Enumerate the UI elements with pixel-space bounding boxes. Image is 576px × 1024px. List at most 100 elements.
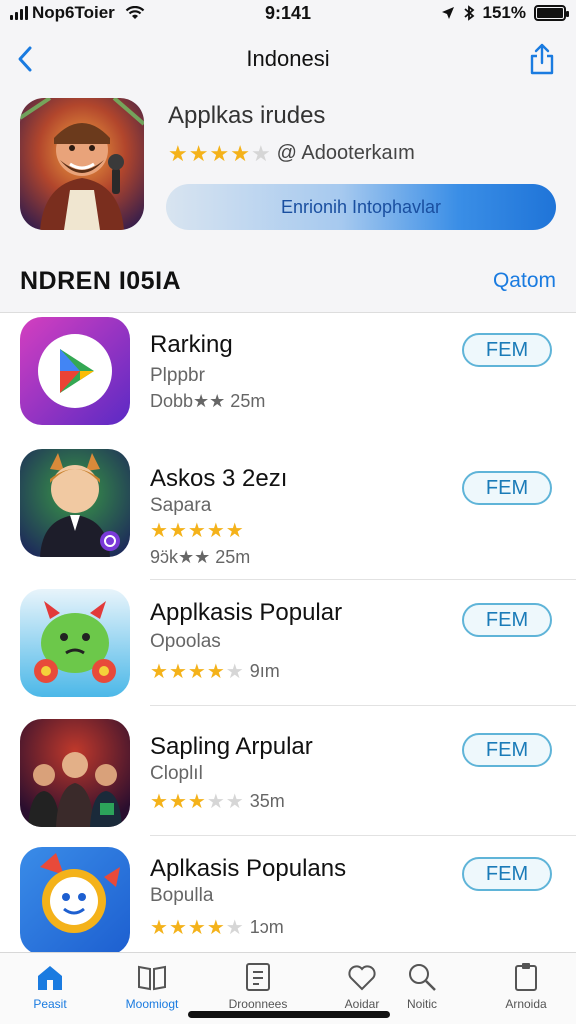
tab-home[interactable]: Peasit	[10, 961, 90, 1017]
app-subtitle: Bopulla	[150, 885, 214, 906]
featured-app-rating: ★ ★ ★ ★ ★ @ Adooterkaım	[168, 142, 415, 165]
get-button[interactable]: FEM	[462, 733, 552, 767]
book-icon	[136, 961, 168, 993]
list-item[interactable]: Aplkasis Populans Bopulla ★ ★ ★ ★ ★ 1ɔm FEM	[0, 841, 576, 952]
star-icon: ★	[225, 790, 244, 813]
app-meta-text: Dobb★★ 25m	[150, 391, 266, 411]
star-icon: ★	[168, 520, 187, 542]
smiley-chat-icon	[20, 847, 130, 952]
star-icon: ★	[187, 790, 206, 813]
star-icon: ★	[225, 660, 244, 683]
app-name: Rarking	[150, 331, 233, 358]
star-icon: ★	[150, 660, 168, 683]
divider	[150, 705, 576, 706]
star-icon: ★	[150, 916, 168, 939]
list-item[interactable]: Applkasis Popular Opoolas ★ ★ ★ ★ ★ 9ım FEM	[0, 581, 576, 706]
home-icon	[34, 961, 66, 993]
tab-label: Noitic	[406, 997, 437, 1011]
navigation-bar: Indonesi	[0, 36, 576, 82]
home-indicator	[188, 1011, 390, 1018]
clipboard-icon	[510, 961, 542, 993]
clock: 9:141	[264, 2, 312, 23]
app-subtitle: Plppbr	[150, 365, 205, 386]
list-item[interactable]: Sapling Arpular Cloplıl ★ ★ ★ ★ ★ 35m FEM	[0, 711, 576, 836]
featured-get-button[interactable]: Enrionih Intophavlar	[166, 184, 556, 230]
tab-search[interactable]: Noitic	[382, 961, 462, 1017]
star-icon: ★	[250, 140, 271, 166]
star-icon: ★	[187, 520, 206, 542]
star-icon: ★	[225, 520, 244, 542]
app-rating: ★ ★ ★ ★ ★	[150, 521, 244, 541]
see-all-link[interactable]: Qatom	[493, 269, 556, 293]
battery-icon	[534, 5, 569, 21]
star-icon: ★	[168, 790, 187, 813]
fox-character-icon	[20, 449, 130, 557]
star-icon: ★	[209, 140, 230, 166]
app-rating: ★ ★ ★ ★ ★ 9ım	[150, 661, 280, 682]
chevron-left-icon	[18, 46, 32, 72]
app-icon	[20, 317, 130, 425]
tab-label: Peasit	[33, 997, 67, 1011]
tab-label: Aoidar	[344, 997, 380, 1011]
share-icon	[530, 43, 554, 75]
star-icon: ★	[230, 140, 250, 166]
app-name: Aplkasis Populans	[150, 855, 347, 882]
star-rating: ★ ★ ★ ★ ★	[150, 521, 244, 541]
star-rating: ★ ★ ★ ★ ★	[150, 662, 244, 682]
status-bar: Nop6Toier 9:141 151%	[0, 0, 576, 26]
app-meta-text: 1ɔm	[249, 917, 284, 937]
back-button[interactable]	[10, 40, 40, 78]
section-title: NDREN I05IA	[20, 266, 182, 295]
star-rating: ★ ★ ★ ★ ★	[150, 918, 244, 938]
app-meta-text: 9ɔ̈k★★ 25m	[150, 547, 251, 567]
star-icon: ★	[150, 790, 168, 813]
share-button[interactable]	[526, 40, 558, 78]
star-icon: ★	[168, 140, 188, 166]
pirate-character-icon	[20, 98, 144, 230]
app-subtitle: Sapara	[150, 495, 212, 516]
divider	[150, 835, 576, 836]
heart-icon	[346, 961, 378, 993]
app-rating: ★ ★ ★ ★ ★ 35m	[150, 791, 285, 812]
star-rating: ★ ★ ★ ★ ★	[168, 140, 271, 166]
tab-documents[interactable]: Droonnees	[218, 961, 298, 1017]
section-header: NDREN I05IA Qatom	[20, 258, 556, 304]
app-icon	[20, 449, 130, 557]
app-meta-text: 9ım	[249, 661, 280, 681]
play-store-icon	[20, 317, 130, 425]
tab-books[interactable]: Moomiogt	[112, 961, 192, 1017]
app-meta: Dobb★★ 25m	[150, 391, 265, 412]
app-meta-text: 35m	[249, 791, 285, 811]
get-button[interactable]: FEM	[462, 857, 552, 891]
app-name: Sapling Arpular	[150, 733, 313, 760]
divider	[150, 437, 576, 438]
document-icon	[242, 961, 274, 993]
search-icon	[406, 961, 438, 993]
star-icon: ★	[206, 520, 225, 542]
get-button[interactable]: FEM	[462, 603, 552, 637]
app-icon	[20, 589, 130, 697]
get-button[interactable]: FEM	[462, 471, 552, 505]
star-icon: ★	[225, 916, 244, 939]
get-button[interactable]: FEM	[462, 333, 552, 367]
app-icon	[20, 719, 130, 827]
tab-label: Moomiogt	[125, 997, 179, 1011]
app-subtitle: Opoolas	[150, 631, 221, 652]
list-item[interactable]: Askos 3 2ezı Sapara ★ ★ ★ ★ ★ 9ɔ̈k★★ 25m FEM	[0, 443, 576, 580]
app-list: Rarking Plppbr Dobb★★ 25m FEM Askos 3 2e…	[0, 312, 576, 952]
divider	[150, 579, 576, 580]
tab-label: Droonnees	[228, 997, 288, 1011]
app-name: Applkasis Popular	[150, 599, 343, 626]
app-rating: ★ ★ ★ ★ ★ 1ɔm	[150, 917, 284, 938]
list-item[interactable]: Rarking Plppbr Dobb★★ 25m FEM	[0, 313, 576, 438]
featured-app-name: Applkas irudes	[168, 102, 326, 129]
app-meta: 9ɔ̈k★★ 25m	[150, 547, 250, 568]
featured-app-icon[interactable]	[20, 98, 144, 230]
wifi-icon	[125, 6, 145, 19]
tab-updates[interactable]: Arnoida	[486, 961, 566, 1017]
star-icon: ★	[206, 790, 225, 813]
signal-icon	[10, 6, 28, 20]
band-poster-icon	[20, 719, 130, 827]
star-icon: ★	[187, 660, 206, 683]
location-icon	[441, 7, 454, 19]
